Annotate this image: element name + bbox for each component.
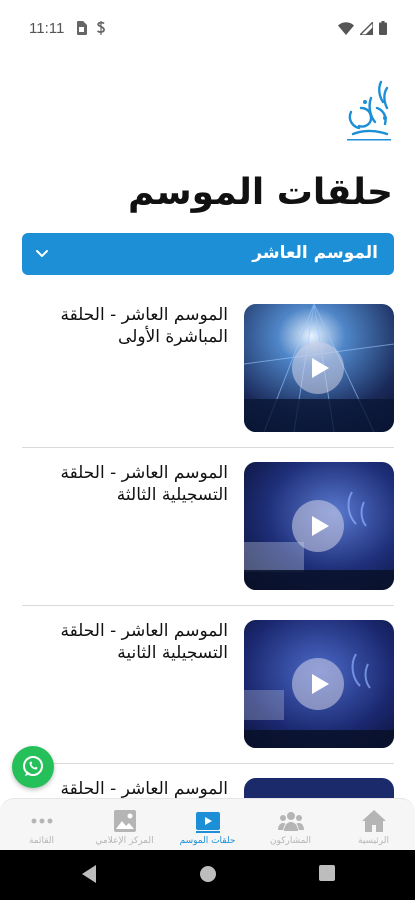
status-bar: 11:11 (0, 0, 415, 58)
episode-title: الموسم العاشر - الحلقة التسجيلية الثانية (60, 621, 228, 663)
episode-thumbnail[interactable] (244, 462, 394, 590)
tab-menu[interactable]: القائمة (0, 799, 83, 851)
signal-icon (360, 21, 373, 35)
app-logo (341, 78, 397, 144)
system-navigation-bar (0, 850, 415, 900)
tab-media-center[interactable]: المركز الإعلامي (83, 799, 166, 851)
whatsapp-button[interactable] (12, 746, 54, 788)
home-button-icon[interactable] (198, 864, 218, 884)
image-icon (114, 810, 136, 832)
tab-participants[interactable]: المشاركون (249, 799, 332, 851)
episode-item[interactable]: الموسم العاشر - الحلقة التسجيلية الثانية (22, 606, 394, 764)
battery-icon (379, 21, 387, 35)
episode-item[interactable]: الموسم العاشر - الحلقة التسجيلية الثالثة (22, 448, 394, 606)
tab-label: حلقات الموسم (179, 836, 236, 846)
episode-title: الموسم العاشر - الحلقة المباشرة الأولى (60, 305, 228, 347)
tab-home[interactable]: الرئيسية (332, 799, 415, 851)
status-notification-icons (76, 21, 106, 35)
episode-item[interactable]: الموسم العاشر - الحلقة المباشرة الأولى (22, 290, 394, 448)
status-system-icons (338, 21, 387, 35)
play-icon (312, 358, 329, 378)
home-icon (362, 810, 386, 832)
tab-label: المركز الإعلامي (95, 836, 154, 846)
play-icon (312, 674, 329, 694)
people-icon (278, 812, 304, 831)
chevron-down-icon (36, 250, 48, 257)
play-icon (312, 516, 329, 536)
episode-item[interactable]: الموسم العاشر - الحلقة (22, 764, 394, 798)
season-dropdown-value: الموسم العاشر (252, 243, 378, 263)
back-icon[interactable] (80, 864, 98, 884)
page-title: حلقات الموسم (128, 172, 393, 213)
play-button[interactable] (292, 342, 344, 394)
episode-thumbnail[interactable] (244, 304, 394, 432)
tab-season-episodes[interactable]: حلقات الموسم (166, 799, 249, 851)
more-icon (31, 818, 53, 824)
wifi-icon (338, 21, 354, 35)
tab-label: المشاركون (269, 836, 312, 846)
bottom-tab-bar: القائمة المركز الإعلامي حلقات الموسم الم… (0, 798, 415, 850)
sim-card-icon (77, 21, 87, 35)
status-time: 11:11 (29, 20, 65, 37)
play-button[interactable] (292, 658, 344, 710)
tab-label: القائمة (28, 836, 55, 846)
episode-title: الموسم العاشر - الحلقة التسجيلية الثالثة (60, 463, 228, 505)
episode-thumbnail[interactable] (244, 778, 394, 798)
play-button[interactable] (292, 500, 344, 552)
video-icon (196, 812, 220, 833)
season-dropdown[interactable]: الموسم العاشر (22, 233, 394, 275)
studio-image (244, 778, 394, 798)
episode-thumbnail[interactable] (244, 620, 394, 748)
app-notification-icon (96, 21, 105, 35)
recents-icon[interactable] (318, 864, 336, 882)
tab-label: الرئيسية (358, 836, 389, 846)
whatsapp-icon (23, 756, 43, 776)
